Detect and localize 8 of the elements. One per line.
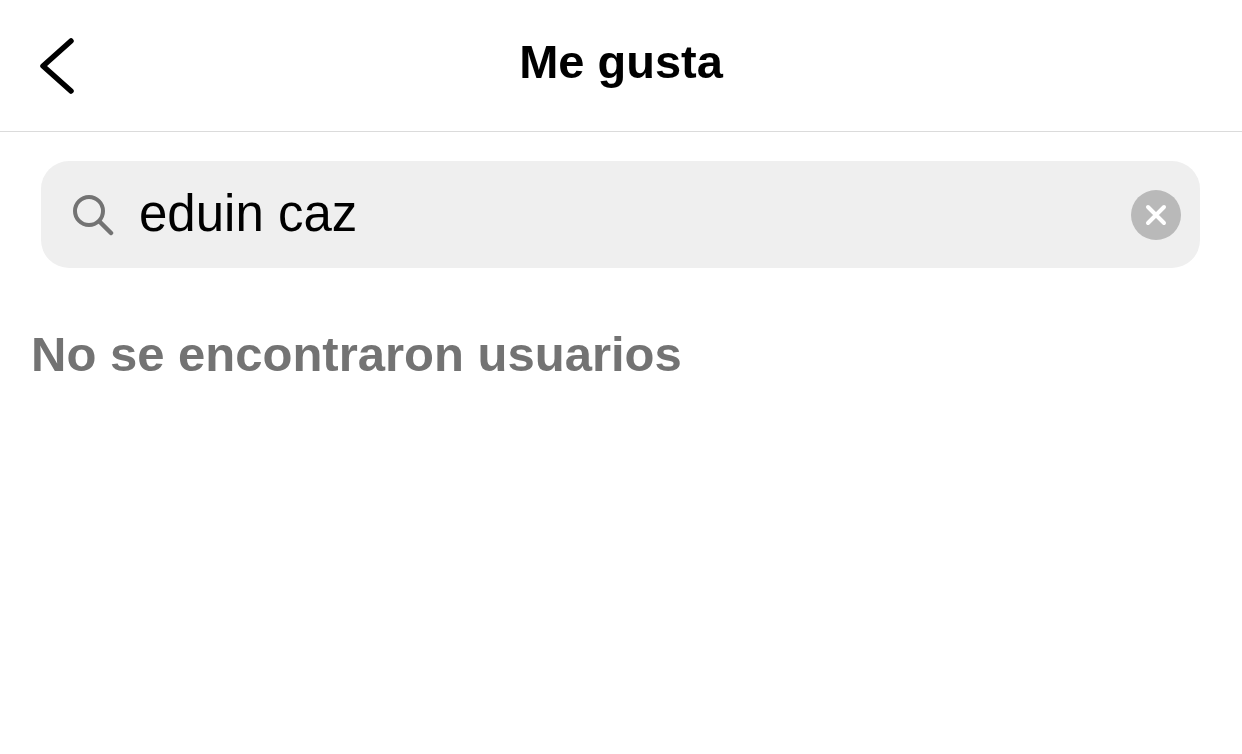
search-icon [72, 193, 114, 236]
search-field[interactable]: eduin caz [41, 161, 1200, 268]
back-icon [39, 37, 75, 94]
page-title: Me gusta [519, 35, 723, 91]
search-input[interactable]: eduin caz [139, 183, 1131, 246]
clear-icon [1131, 189, 1181, 240]
back-button[interactable] [39, 37, 75, 94]
empty-results-message: No se encontraron usuarios [31, 326, 682, 383]
